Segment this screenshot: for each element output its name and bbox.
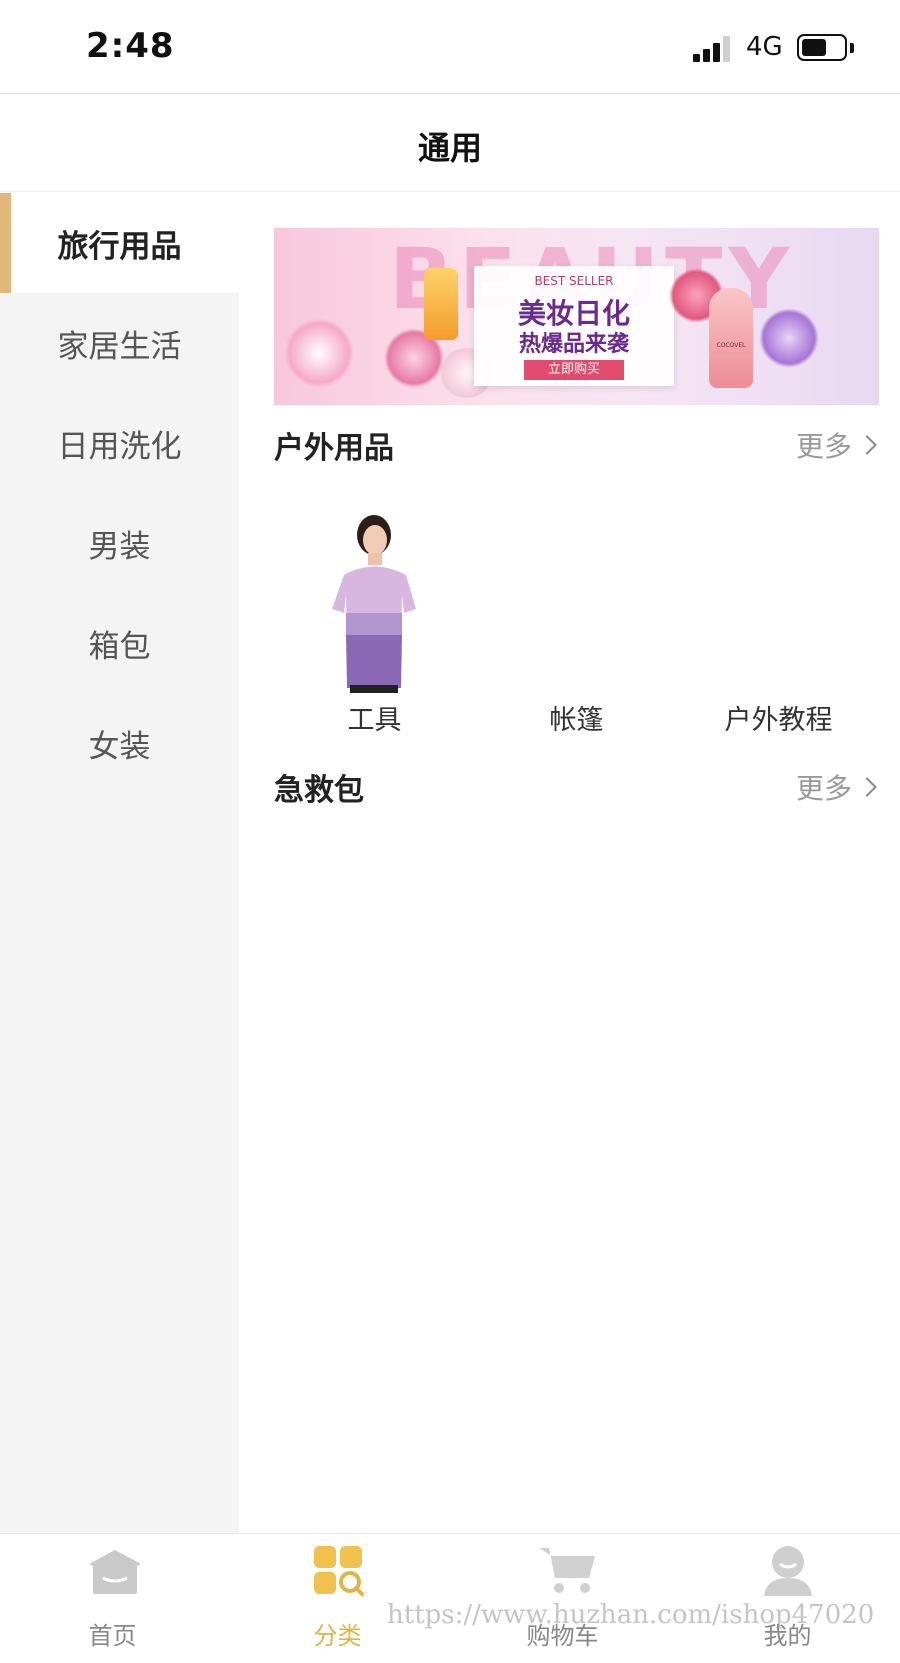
sidebar-item-label: 日用洗化 — [57, 428, 182, 465]
lotion-bottle-decoration: COCOVEL — [709, 288, 753, 388]
chevron-right-icon — [857, 435, 877, 455]
bottle-label: COCOVEL — [716, 342, 746, 349]
subcategory-grid: 工具 帐篷 户外教程 — [274, 513, 879, 736]
sidebar-item-womenswear[interactable]: 女装 — [0, 693, 239, 793]
category-content: BEAUTY BEST SELLER 美妆日化 热爆品来袭 立即购买 COCOV… — [239, 193, 900, 1533]
bottom-tab-bar: 首页 分类 购物车 我的 — [0, 1533, 900, 1663]
section-title: 急救包 — [274, 773, 364, 808]
banner-subheadline: 热爆品来袭 — [518, 332, 629, 357]
profile-icon — [762, 1544, 814, 1596]
banner-card: BEST SELLER 美妆日化 热爆品来袭 立即购买 — [474, 266, 674, 386]
chevron-right-icon — [857, 777, 877, 797]
tab-category[interactable]: 分类 — [225, 1534, 450, 1663]
tab-cart[interactable]: 购物车 — [450, 1534, 675, 1663]
subcategory-item-outdoor-tutorial[interactable]: 户外教程 — [678, 513, 879, 736]
battery-cap — [850, 43, 854, 53]
category-sidebar: 旅行用品 家居生活 日用洗化 男装 箱包 女装 — [0, 193, 239, 1533]
banner-small-text: BEST SELLER — [534, 274, 614, 288]
subcategory-label: 帐篷 — [549, 705, 604, 736]
status-time: 2:48 — [86, 26, 175, 66]
network-type: 4G — [746, 32, 783, 62]
watermark-text: https://www.huzhan.com/ishop47020 — [387, 1600, 875, 1630]
more-link[interactable]: 更多 — [795, 425, 877, 465]
promo-banner[interactable]: BEAUTY BEST SELLER 美妆日化 热爆品来袭 立即购买 COCOV… — [274, 228, 879, 405]
sidebar-item-home-living[interactable]: 家居生活 — [0, 293, 239, 393]
category-icon — [312, 1544, 364, 1596]
subcategory-item-tents[interactable]: 帐篷 — [476, 513, 677, 736]
page-title: 通用 — [417, 129, 482, 167]
active-indicator — [0, 193, 11, 293]
tab-label: 首页 — [88, 1622, 137, 1650]
sidebar-item-menswear[interactable]: 男装 — [0, 493, 239, 593]
woman-tshirt-image — [324, 513, 424, 693]
status-bar: 2:48 4G — [0, 0, 900, 94]
battery-icon — [797, 34, 847, 61]
flower-decoration — [284, 318, 354, 388]
section-title: 户外用品 — [274, 431, 394, 466]
sidebar-item-travel[interactable]: 旅行用品 — [0, 193, 239, 293]
tab-home[interactable]: 首页 — [0, 1534, 225, 1663]
subcategory-label: 工具 — [347, 705, 402, 736]
perfume-bottle-decoration — [424, 268, 458, 340]
title-bar: 通用 — [0, 95, 900, 192]
more-link[interactable]: 更多 — [795, 767, 877, 807]
more-label: 更多 — [795, 772, 852, 805]
cart-icon — [537, 1544, 595, 1596]
sidebar-item-bags[interactable]: 箱包 — [0, 593, 239, 693]
tab-profile[interactable]: 我的 — [675, 1534, 900, 1663]
sidebar-item-label: 女装 — [88, 728, 151, 765]
home-icon — [87, 1544, 141, 1596]
sidebar-item-label: 男装 — [88, 528, 151, 565]
sidebar-item-label: 旅行用品 — [57, 228, 182, 265]
sidebar-item-label: 家居生活 — [57, 328, 182, 365]
section-header-outdoor: 户外用品 更多 — [274, 423, 877, 466]
subcategory-item-tools[interactable]: 工具 — [274, 513, 475, 736]
banner-buy-button[interactable]: 立即购买 — [524, 360, 624, 380]
subcategory-label: 户外教程 — [724, 705, 833, 736]
section-header-first-aid: 急救包 更多 — [274, 765, 877, 808]
flower-decoration — [759, 308, 819, 368]
signal-icon — [693, 34, 733, 62]
sidebar-item-toiletries[interactable]: 日用洗化 — [0, 393, 239, 493]
sidebar-item-label: 箱包 — [88, 628, 151, 665]
more-label: 更多 — [795, 430, 852, 463]
